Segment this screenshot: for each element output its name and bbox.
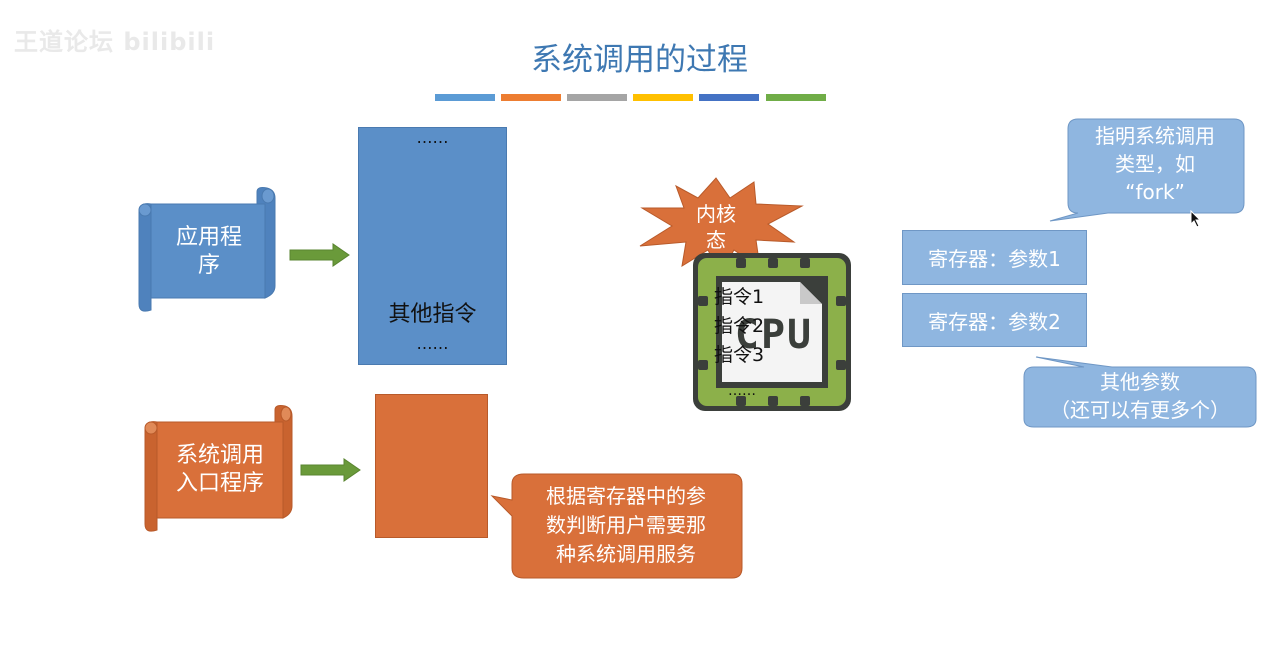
slide-title: 系统调用的过程 bbox=[531, 42, 748, 78]
decor-bar-1 bbox=[435, 94, 495, 101]
callout-service-text: 根据寄存器中的参 数判断用户需要那 种系统调用服务 bbox=[546, 484, 706, 566]
mouse-cursor-icon bbox=[1190, 210, 1202, 228]
app-block-top-dots: …… bbox=[416, 128, 449, 147]
decor-bar-5 bbox=[699, 94, 759, 101]
arrow-right-icon bbox=[300, 458, 361, 482]
app-scroll-label: 应用程序 bbox=[175, 225, 242, 278]
register-param-2: 寄存器：参数2 bbox=[902, 293, 1087, 347]
register-param-1: 寄存器：参数1 bbox=[902, 230, 1087, 285]
syscall-handler-block bbox=[375, 394, 488, 538]
callout-other-params-text: 其他参数 （还可以有更多个） bbox=[1050, 370, 1230, 422]
app-block-label: 其他指令 bbox=[388, 302, 477, 327]
cpu-instruction-1: 指令1 bbox=[714, 286, 765, 308]
cpu-dots: …… bbox=[728, 383, 756, 399]
syscall-scroll-label: 系统调用 入口程序 bbox=[175, 443, 264, 496]
app-instruction-block bbox=[358, 127, 507, 365]
decor-bar-2 bbox=[501, 94, 561, 101]
callout-syscall-type-text: 指明系统调用 类型，如 “fork” bbox=[1095, 124, 1215, 204]
kernel-burst-label: 内核 态 bbox=[696, 202, 736, 252]
cpu-instruction-2: 指令2 bbox=[714, 315, 765, 337]
app-block-bottom-dots: …… bbox=[416, 334, 449, 353]
cpu-instruction-3: 指令3 bbox=[714, 344, 765, 366]
cpu-instruction-list: 指令1 指令2 指令3 bbox=[714, 283, 764, 370]
decor-bar-3 bbox=[567, 94, 627, 101]
decor-bar-6 bbox=[766, 94, 826, 101]
arrow-right-icon bbox=[289, 243, 350, 267]
decor-bar-4 bbox=[633, 94, 693, 101]
